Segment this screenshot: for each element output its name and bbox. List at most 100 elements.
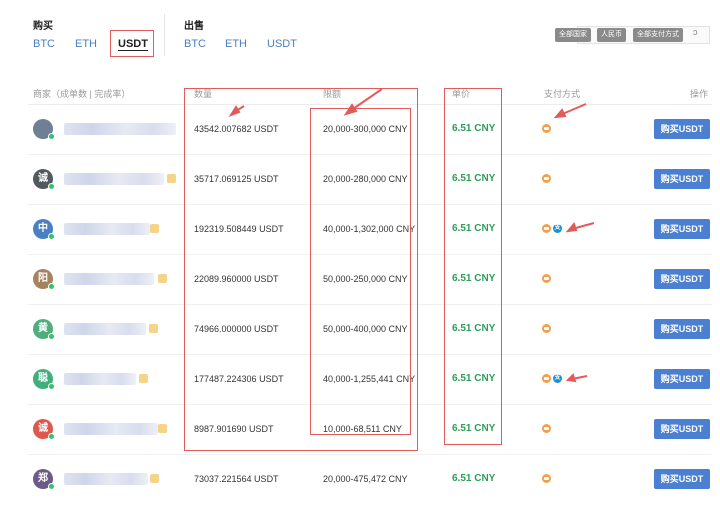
- avatar: 阳: [33, 269, 55, 290]
- limit: 20,000-475,472 CNY: [323, 474, 408, 484]
- clear-filter-icon[interactable]: ↄ: [693, 27, 698, 37]
- payment-methods: [542, 474, 553, 484]
- buy-usdt-button[interactable]: 购买USDT: [654, 219, 710, 239]
- merchant-name-redacted[interactable]: [64, 123, 176, 135]
- buy-usdt-button[interactable]: 购买USDT: [654, 369, 710, 389]
- online-indicator: [48, 433, 55, 440]
- quantity: 74966.000000 USDT: [194, 324, 279, 334]
- quantity: 43542.007682 USDT: [194, 124, 279, 134]
- limit: 40,000-1,302,000 CNY: [323, 224, 416, 234]
- merchant-badge-icon: [149, 324, 158, 333]
- column-payment: 支付方式: [544, 89, 581, 99]
- column-merchant: 商家（成单数 | 完成率）: [33, 89, 131, 99]
- bank-card-icon: [542, 424, 551, 433]
- merchant-badge-icon: [158, 274, 167, 283]
- merchant-badge-icon: [150, 474, 159, 483]
- bank-card-icon: [542, 374, 551, 383]
- merchant-name-redacted[interactable]: [64, 273, 154, 285]
- merchant-name-redacted[interactable]: [64, 473, 148, 485]
- country-filter[interactable]: 全部国家: [555, 28, 591, 42]
- bank-card-icon: [542, 224, 551, 233]
- buy-usdt-button[interactable]: 购买USDT: [654, 319, 710, 339]
- avatar: [33, 119, 55, 140]
- tab-buy-usdt[interactable]: USDT: [118, 38, 148, 50]
- buy-usdt-button[interactable]: 购买USDT: [654, 169, 710, 189]
- payment-methods: [542, 424, 553, 434]
- price: 6.51 CNY: [452, 123, 496, 134]
- avatar: 诚: [33, 419, 55, 440]
- payment-methods: 支: [542, 374, 564, 384]
- limit: 40,000-1,255,441 CNY: [323, 374, 416, 384]
- online-indicator: [48, 133, 55, 140]
- avatar: 黄: [33, 319, 55, 340]
- limit: 20,000-300,000 CNY: [323, 124, 408, 134]
- buy-section-title: 购买: [33, 21, 53, 32]
- currency-filter[interactable]: 人民币: [597, 28, 626, 42]
- avatar: 中: [33, 219, 55, 240]
- payment-methods: [542, 324, 553, 334]
- payment-methods: [542, 174, 553, 184]
- merchant-name-redacted[interactable]: [64, 323, 146, 335]
- avatar: 聪: [33, 369, 55, 390]
- table-row: 郑 73037.221564 USDT 20,000-475,472 CNY 6…: [0, 455, 720, 505]
- payment-filter[interactable]: 全部支付方式: [633, 28, 683, 42]
- merchant-name-redacted[interactable]: [64, 373, 136, 385]
- limit: 20,000-280,000 CNY: [323, 174, 408, 184]
- payment-methods: [542, 274, 553, 284]
- merchant-badge-icon: [150, 224, 159, 233]
- tab-sell-eth[interactable]: ETH: [225, 38, 247, 50]
- table-row: 中 192319.508449 USDT 40,000-1,302,000 CN…: [0, 205, 720, 255]
- quantity: 192319.508449 USDT: [194, 224, 284, 234]
- online-indicator: [48, 383, 55, 390]
- merchant-name-redacted[interactable]: [64, 173, 164, 185]
- online-indicator: [48, 283, 55, 290]
- tab-buy-eth[interactable]: ETH: [75, 38, 97, 50]
- table-row: 聪 177487.224306 USDT 40,000-1,255,441 CN…: [0, 355, 720, 405]
- limit: 10,000-68,511 CNY: [323, 424, 402, 434]
- online-indicator: [48, 233, 55, 240]
- tab-sell-usdt[interactable]: USDT: [267, 38, 297, 50]
- price: 6.51 CNY: [452, 423, 496, 434]
- table-row: 阳 22089.960000 USDT 50,000-250,000 CNY 6…: [0, 255, 720, 305]
- table-header: 商家（成单数 | 完成率） 数量 限额 单价 支付方式 操作: [0, 87, 720, 101]
- online-indicator: [48, 183, 55, 190]
- price: 6.51 CNY: [452, 273, 496, 284]
- price: 6.51 CNY: [452, 373, 496, 384]
- avatar: 诚: [33, 169, 55, 190]
- quantity: 35717.069125 USDT: [194, 174, 279, 184]
- alipay-icon: 支: [553, 374, 562, 383]
- bank-card-icon: [542, 474, 551, 483]
- quantity: 22089.960000 USDT: [194, 274, 279, 284]
- merchant-badge-icon: [139, 374, 148, 383]
- table-row: 黄 74966.000000 USDT 50,000-400,000 CNY 6…: [0, 305, 720, 355]
- bank-card-icon: [542, 324, 551, 333]
- buy-usdt-button[interactable]: 购买USDT: [654, 419, 710, 439]
- payment-methods: 支: [542, 224, 564, 234]
- tab-sell-btc[interactable]: BTC: [184, 38, 206, 50]
- alipay-icon: 支: [553, 224, 562, 233]
- bank-card-icon: [542, 174, 551, 183]
- payment-methods: [542, 124, 553, 134]
- buy-usdt-button[interactable]: 购买USDT: [654, 269, 710, 289]
- tab-buy-btc[interactable]: BTC: [33, 38, 55, 50]
- column-action: 操作: [690, 89, 709, 99]
- section-divider: [164, 14, 165, 56]
- table-row: 诚 35717.069125 USDT 20,000-280,000 CNY 6…: [0, 155, 720, 205]
- limit: 50,000-400,000 CNY: [323, 324, 408, 334]
- buy-usdt-button[interactable]: 购买USDT: [654, 469, 710, 489]
- column-quantity: 数量: [194, 89, 213, 99]
- price: 6.51 CNY: [452, 323, 496, 334]
- column-price: 单价: [452, 89, 471, 99]
- merchant-name-redacted[interactable]: [64, 423, 158, 435]
- merchant-name-redacted[interactable]: [64, 223, 150, 235]
- bank-card-icon: [542, 124, 551, 133]
- quantity: 177487.224306 USDT: [194, 374, 284, 384]
- price: 6.51 CNY: [452, 223, 496, 234]
- buy-usdt-button[interactable]: 购买USDT: [654, 119, 710, 139]
- merchant-badge-icon: [167, 174, 176, 183]
- table-row: 诚 8987.901690 USDT 10,000-68,511 CNY 6.5…: [0, 405, 720, 455]
- avatar: 郑: [33, 469, 55, 490]
- table-row: 43542.007682 USDT 20,000-300,000 CNY 6.5…: [0, 105, 720, 155]
- price: 6.51 CNY: [452, 473, 496, 484]
- sell-section-title: 出售: [184, 21, 204, 32]
